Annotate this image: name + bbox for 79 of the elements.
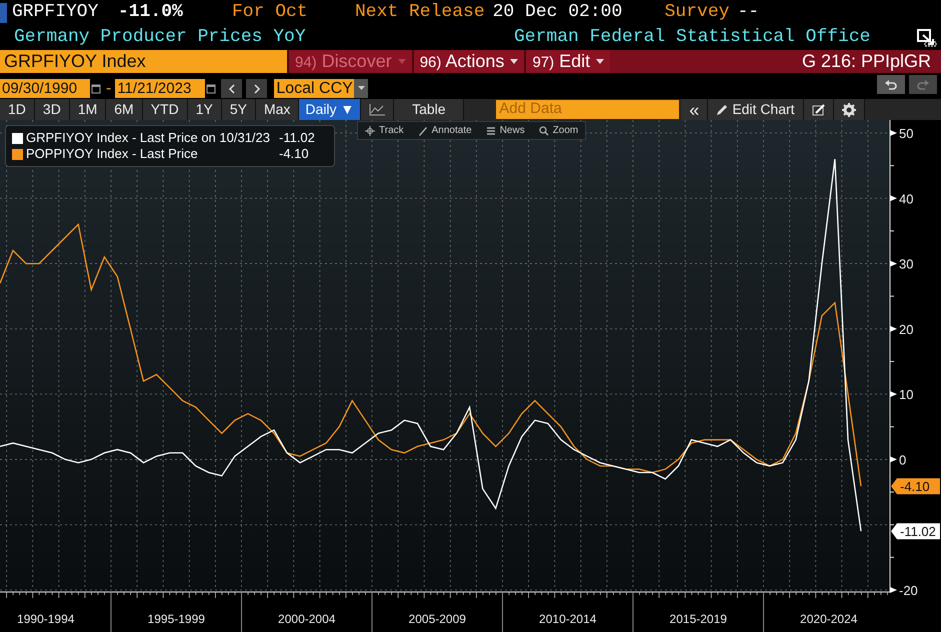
- range-tab[interactable]: YTD: [142, 99, 188, 120]
- caret-icon: [510, 59, 518, 66]
- axis-label: 50: [899, 126, 914, 141]
- magnifier-icon: [538, 126, 549, 136]
- redo-icon: [917, 80, 929, 90]
- axis-label: 10: [899, 387, 914, 402]
- axis-label: -20: [899, 583, 918, 598]
- source-label: German Federal Statistical Office: [514, 26, 870, 49]
- chevron-right-icon: [252, 84, 261, 94]
- survey-value: --: [737, 1, 760, 24]
- axis-label: 2010-2014: [539, 612, 596, 626]
- undo-icon: [885, 80, 897, 90]
- release-value: 20 Dec 02:00: [492, 1, 624, 24]
- caret-icon: [398, 59, 406, 66]
- range-tab[interactable]: 6M: [106, 99, 143, 120]
- last-price-tag: -11.02: [891, 523, 940, 540]
- axis-label: 30: [899, 256, 914, 272]
- change-value: -11.0%: [118, 1, 184, 24]
- pencil-icon: [716, 104, 728, 116]
- edit-chart-button[interactable]: Edit Chart: [708, 99, 804, 120]
- legend-label: POPPIYOY Index - Last Price: [26, 146, 199, 162]
- chevron-left-icon: [228, 84, 236, 94]
- range-tab[interactable]: 1Y: [188, 99, 222, 120]
- calendar-icon[interactable]: [206, 83, 216, 94]
- popout-icon[interactable]: [917, 28, 937, 46]
- axis-label: 40: [899, 191, 914, 206]
- status-marker: [0, 2, 7, 22]
- settings-button[interactable]: [834, 99, 865, 120]
- legend-value: -4.10: [279, 146, 309, 162]
- security-title: Germany Producer Prices YoY: [14, 26, 307, 49]
- security-field[interactable]: GRPFIYOY Index: [0, 50, 287, 73]
- add-data-field[interactable]: Add Data: [496, 100, 680, 119]
- menu-button[interactable]: 96) Actions: [412, 50, 524, 73]
- frequency-dropdown[interactable]: Daily ▼: [299, 99, 362, 120]
- chart-tool-button[interactable]: Zoom: [532, 122, 586, 139]
- calendar-icon[interactable]: [91, 83, 101, 94]
- caret-icon: [358, 86, 365, 91]
- next-button[interactable]: [246, 79, 268, 98]
- range-tab[interactable]: 1D: [0, 99, 35, 120]
- range-separator: -: [106, 79, 112, 98]
- axis-label: 2015-2019: [670, 612, 727, 626]
- line-chart-button[interactable]: [361, 99, 394, 120]
- news-icon: [486, 126, 496, 136]
- crosshair-icon: [365, 126, 375, 136]
- axis-label: 20: [899, 322, 914, 337]
- range-tab[interactable]: 5Y: [222, 99, 256, 120]
- range-tab[interactable]: 3D: [34, 99, 70, 120]
- gear-icon: [842, 103, 856, 118]
- legend-label: GRPFIYOY Index - Last Price on 10/31/23: [26, 130, 271, 146]
- range-tab[interactable]: Max: [256, 99, 300, 120]
- axis-label: 1990-1994: [17, 612, 74, 626]
- date-field[interactable]: 11/21/2023: [115, 79, 206, 98]
- survey-label: Survey: [664, 1, 730, 24]
- undo-button[interactable]: [877, 75, 905, 94]
- axis-label: 2000-2004: [278, 612, 336, 626]
- table-button[interactable]: Table: [394, 99, 464, 120]
- edit-box-icon: [812, 104, 825, 116]
- collapse-button[interactable]: «: [681, 99, 708, 120]
- last-price-tag: -4.10: [891, 478, 940, 494]
- page-code: G 216: PPIplGR: [802, 50, 931, 73]
- chart-tool-button[interactable]: News: [478, 122, 532, 139]
- date-field[interactable]: 09/30/1990: [0, 79, 90, 98]
- axis-label: 0: [899, 452, 906, 468]
- line-chart-icon: [369, 104, 386, 116]
- pen-icon: [418, 126, 428, 136]
- axis-label: 1995-1999: [148, 612, 205, 626]
- chart-settings-button[interactable]: [804, 99, 834, 120]
- menu-button[interactable]: 97) Edit: [524, 50, 610, 73]
- axis-label: 2020-2024: [800, 612, 858, 626]
- axis-label: 2005-2009: [408, 612, 466, 626]
- caret-icon: [596, 59, 604, 66]
- ticker-label: GRPFIYOY: [12, 1, 100, 24]
- period-label: For Oct: [232, 1, 309, 24]
- chart-tool-button[interactable]: Track: [358, 122, 411, 139]
- release-label: Next Release: [355, 1, 485, 24]
- previous-button[interactable]: [221, 79, 242, 98]
- legend-value: -11.02: [279, 130, 315, 146]
- range-tab[interactable]: 1M: [70, 99, 106, 120]
- chart-tool-button[interactable]: Annotate: [410, 122, 479, 139]
